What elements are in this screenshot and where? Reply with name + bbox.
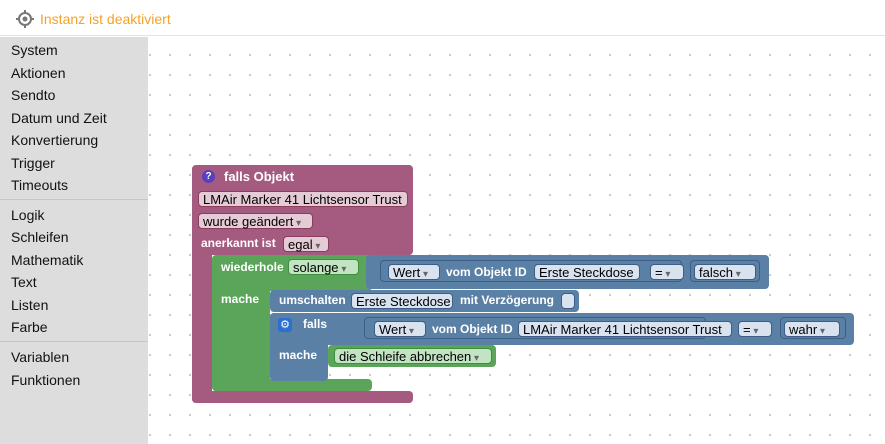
category-farbe[interactable]: Farbe bbox=[11, 319, 48, 336]
category-sendto[interactable]: Sendto bbox=[11, 87, 55, 104]
if-condition-object-field[interactable]: LMAir Marker 41 Lichtsensor Trust bbox=[518, 321, 732, 337]
question-icon[interactable]: ? bbox=[202, 170, 215, 183]
toggle-label: umschalten bbox=[279, 293, 346, 307]
if-do-label: mache bbox=[279, 348, 318, 362]
category-listen[interactable]: Listen bbox=[11, 297, 48, 314]
if-condition-prop-dropdown[interactable]: Wert bbox=[374, 321, 426, 337]
loop-condition-of-label: vom Objekt ID bbox=[446, 265, 527, 279]
if-condition-of-label: vom Objekt ID bbox=[432, 322, 513, 336]
ack-value-dropdown[interactable]: egal bbox=[283, 236, 329, 252]
loop-condition-value-dropdown[interactable]: falsch bbox=[694, 264, 756, 280]
category-logik[interactable]: Logik bbox=[11, 207, 44, 224]
category-schleifen[interactable]: Schleifen bbox=[11, 229, 69, 246]
crosshair-icon bbox=[16, 10, 34, 28]
category-timeouts[interactable]: Timeouts bbox=[11, 177, 68, 194]
toggle-delay-label: mit Verzögerung bbox=[460, 293, 555, 307]
category-datum-und-zeit[interactable]: Datum und Zeit bbox=[11, 110, 107, 127]
category-system[interactable]: System bbox=[11, 42, 58, 59]
loop-mode-dropdown[interactable]: solange bbox=[288, 259, 359, 275]
toggle-object-field[interactable]: Erste Steckdose bbox=[351, 293, 453, 309]
blockly-workspace[interactable]: ? falls Objekt LMAir Marker 41 Lichtsens… bbox=[148, 37, 885, 444]
category-funktionen[interactable]: Funktionen bbox=[11, 372, 80, 389]
if-condition-operator-dropdown[interactable]: = bbox=[738, 321, 772, 337]
category-aktionen[interactable]: Aktionen bbox=[11, 65, 65, 82]
loop-condition-object-field[interactable]: Erste Steckdose bbox=[534, 264, 640, 280]
instance-status-text: Instanz ist deaktiviert bbox=[40, 11, 171, 27]
loop-do-label: mache bbox=[221, 292, 260, 306]
category-mathematik[interactable]: Mathematik bbox=[11, 252, 83, 269]
trigger-title: falls Objekt bbox=[224, 169, 295, 184]
if-label: falls bbox=[303, 317, 328, 331]
change-mode-dropdown[interactable]: wurde geändert bbox=[198, 213, 313, 229]
loop-condition-operator-dropdown[interactable]: = bbox=[650, 264, 684, 280]
if-condition-value-dropdown[interactable]: wahr bbox=[784, 321, 840, 337]
category-konvertierung[interactable]: Konvertierung bbox=[11, 132, 98, 149]
category-text[interactable]: Text bbox=[11, 274, 37, 291]
loop-condition-prop-dropdown[interactable]: Wert bbox=[388, 264, 440, 280]
delay-checkbox[interactable] bbox=[561, 293, 575, 309]
ack-label: anerkannt ist bbox=[201, 236, 276, 250]
gear-icon[interactable]: ⚙ bbox=[278, 318, 292, 332]
category-trigger[interactable]: Trigger bbox=[11, 155, 55, 172]
trigger-object-field[interactable]: LMAir Marker 41 Lichtsensor Trust bbox=[198, 191, 408, 207]
category-variablen[interactable]: Variablen bbox=[11, 349, 69, 366]
category-separator bbox=[0, 199, 148, 200]
toolbox-sidebar: System Aktionen Sendto Datum und Zeit Ko… bbox=[0, 37, 148, 444]
instance-status-bar: Instanz ist deaktiviert bbox=[0, 0, 885, 36]
category-separator bbox=[0, 341, 148, 342]
break-loop-dropdown[interactable]: die Schleife abbrechen bbox=[334, 348, 492, 364]
loop-label: wiederhole bbox=[221, 260, 284, 274]
